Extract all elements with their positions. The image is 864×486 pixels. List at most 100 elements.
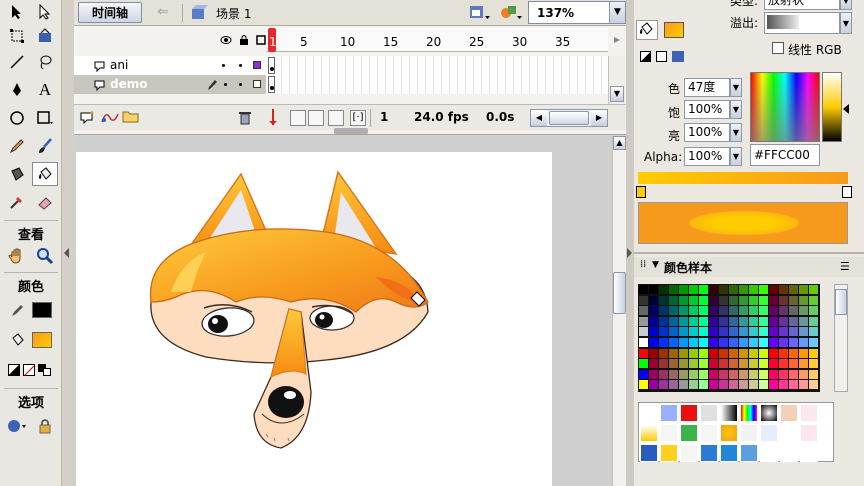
fill-color-swatch[interactable] [32,332,52,348]
color-swatch[interactable] [789,369,798,379]
color-swatch[interactable] [769,369,778,379]
color-swatch[interactable] [679,369,688,379]
black-white-icon[interactable] [640,51,651,62]
color-swatch[interactable] [739,295,748,305]
center-frame-icon[interactable] [266,107,280,129]
color-swatch[interactable] [749,327,758,337]
gradient-swatch[interactable] [680,404,698,422]
hex-field[interactable]: #FFCC00 [750,144,820,166]
onion-skin-outlines-icon[interactable] [308,110,324,126]
color-swatch[interactable] [719,327,728,337]
color-swatch[interactable] [689,295,698,305]
color-swatch[interactable] [679,348,688,358]
stage-canvas[interactable] [76,152,552,486]
keyframe[interactable] [268,57,275,74]
color-swatch[interactable] [759,295,768,305]
lock-dot[interactable] [239,83,242,86]
color-swatch[interactable] [809,306,818,316]
color-swatch[interactable] [699,338,708,347]
color-swatch[interactable] [779,306,788,316]
color-swatch[interactable] [779,316,788,326]
edit-symbol-icon[interactable] [498,2,524,24]
color-swatch[interactable] [729,285,738,294]
frame-ruler[interactable]: 1 5 10 15 20 25 30 35 [266,28,608,52]
color-swatch[interactable] [669,295,678,305]
layer-row-demo[interactable]: demo [74,75,626,94]
timeline-vscroll[interactable]: ▼ [608,56,626,104]
gradient-swatch[interactable] [780,424,798,442]
color-swatch[interactable] [649,380,658,390]
gradient-swatch[interactable] [720,444,738,462]
hue-spinner[interactable]: ▼ [730,78,742,97]
modify-onion-markers-icon[interactable]: [·] [350,110,366,126]
color-swatch[interactable] [739,327,748,337]
swap-colors-icon[interactable] [38,364,52,376]
color-swatch[interactable] [809,295,818,305]
saturation-spinner[interactable]: ▼ [730,100,742,119]
color-swatch[interactable] [759,327,768,337]
color-swatch[interactable] [709,338,718,347]
no-color-icon[interactable] [656,51,667,62]
eraser-tool-icon[interactable] [32,190,58,214]
brightness-slider[interactable] [822,72,842,142]
color-swatch[interactable] [759,348,768,358]
color-swatch[interactable] [669,316,678,326]
keyframe[interactable] [268,76,275,93]
color-swatch[interactable] [719,380,728,390]
stage-vscroll[interactable]: ▲ [612,136,626,486]
gradient-swatch[interactable] [760,404,778,422]
gradient-swatch[interactable] [740,404,758,422]
gradient-swatch[interactable] [700,444,718,462]
color-swatch[interactable] [789,348,798,358]
color-swatch[interactable] [799,338,808,347]
color-swatch[interactable] [759,306,768,316]
no-color-icon[interactable] [23,364,35,376]
color-swatch[interactable] [719,306,728,316]
color-swatch[interactable] [789,285,798,294]
color-swatch[interactable] [689,348,698,358]
gradient-swatch[interactable] [640,424,658,442]
alpha-spinner[interactable]: ▼ [730,147,742,166]
color-swatch[interactable] [659,338,668,347]
color-swatch[interactable] [759,369,768,379]
color-swatch[interactable] [729,327,738,337]
color-swatch[interactable] [749,338,758,347]
stage-vscroll-thumb[interactable] [613,272,626,314]
color-swatch[interactable] [739,306,748,316]
color-swatch[interactable] [649,348,658,358]
color-swatch[interactable] [659,295,668,305]
color-swatch[interactable] [799,380,808,390]
color-swatch[interactable] [689,306,698,316]
color-swatch[interactable] [689,359,698,369]
color-swatch[interactable] [699,306,708,316]
color-swatch[interactable] [789,306,798,316]
color-swatch[interactable] [649,338,658,347]
color-swatch[interactable] [809,359,818,369]
color-swatch[interactable] [739,359,748,369]
chevron-down-icon[interactable]: ▼ [609,2,625,23]
color-swatch[interactable] [799,306,808,316]
color-swatch[interactable] [749,348,758,358]
color-swatch[interactable] [659,369,668,379]
color-swatch[interactable] [749,295,758,305]
color-swatch[interactable] [809,348,818,358]
color-swatch[interactable] [679,359,688,369]
color-swatch[interactable] [739,348,748,358]
color-swatch[interactable] [639,316,648,326]
brightness-slider-marker[interactable] [843,104,849,114]
mixer-fill-swatch[interactable] [664,22,684,38]
gradient-swatch[interactable] [660,424,678,442]
color-swatch[interactable] [689,316,698,326]
color-swatch[interactable] [739,338,748,347]
edit-multiple-frames-icon[interactable] [328,110,344,126]
color-swatch[interactable] [659,306,668,316]
color-swatch[interactable] [729,338,738,347]
color-swatch[interactable] [669,306,678,316]
color-swatch[interactable] [759,338,768,347]
color-swatch[interactable] [749,306,758,316]
color-swatch[interactable] [799,369,808,379]
color-swatch[interactable] [779,295,788,305]
arrow-tool-icon[interactable] [4,0,30,24]
color-swatch[interactable] [719,338,728,347]
color-swatch[interactable] [669,369,678,379]
